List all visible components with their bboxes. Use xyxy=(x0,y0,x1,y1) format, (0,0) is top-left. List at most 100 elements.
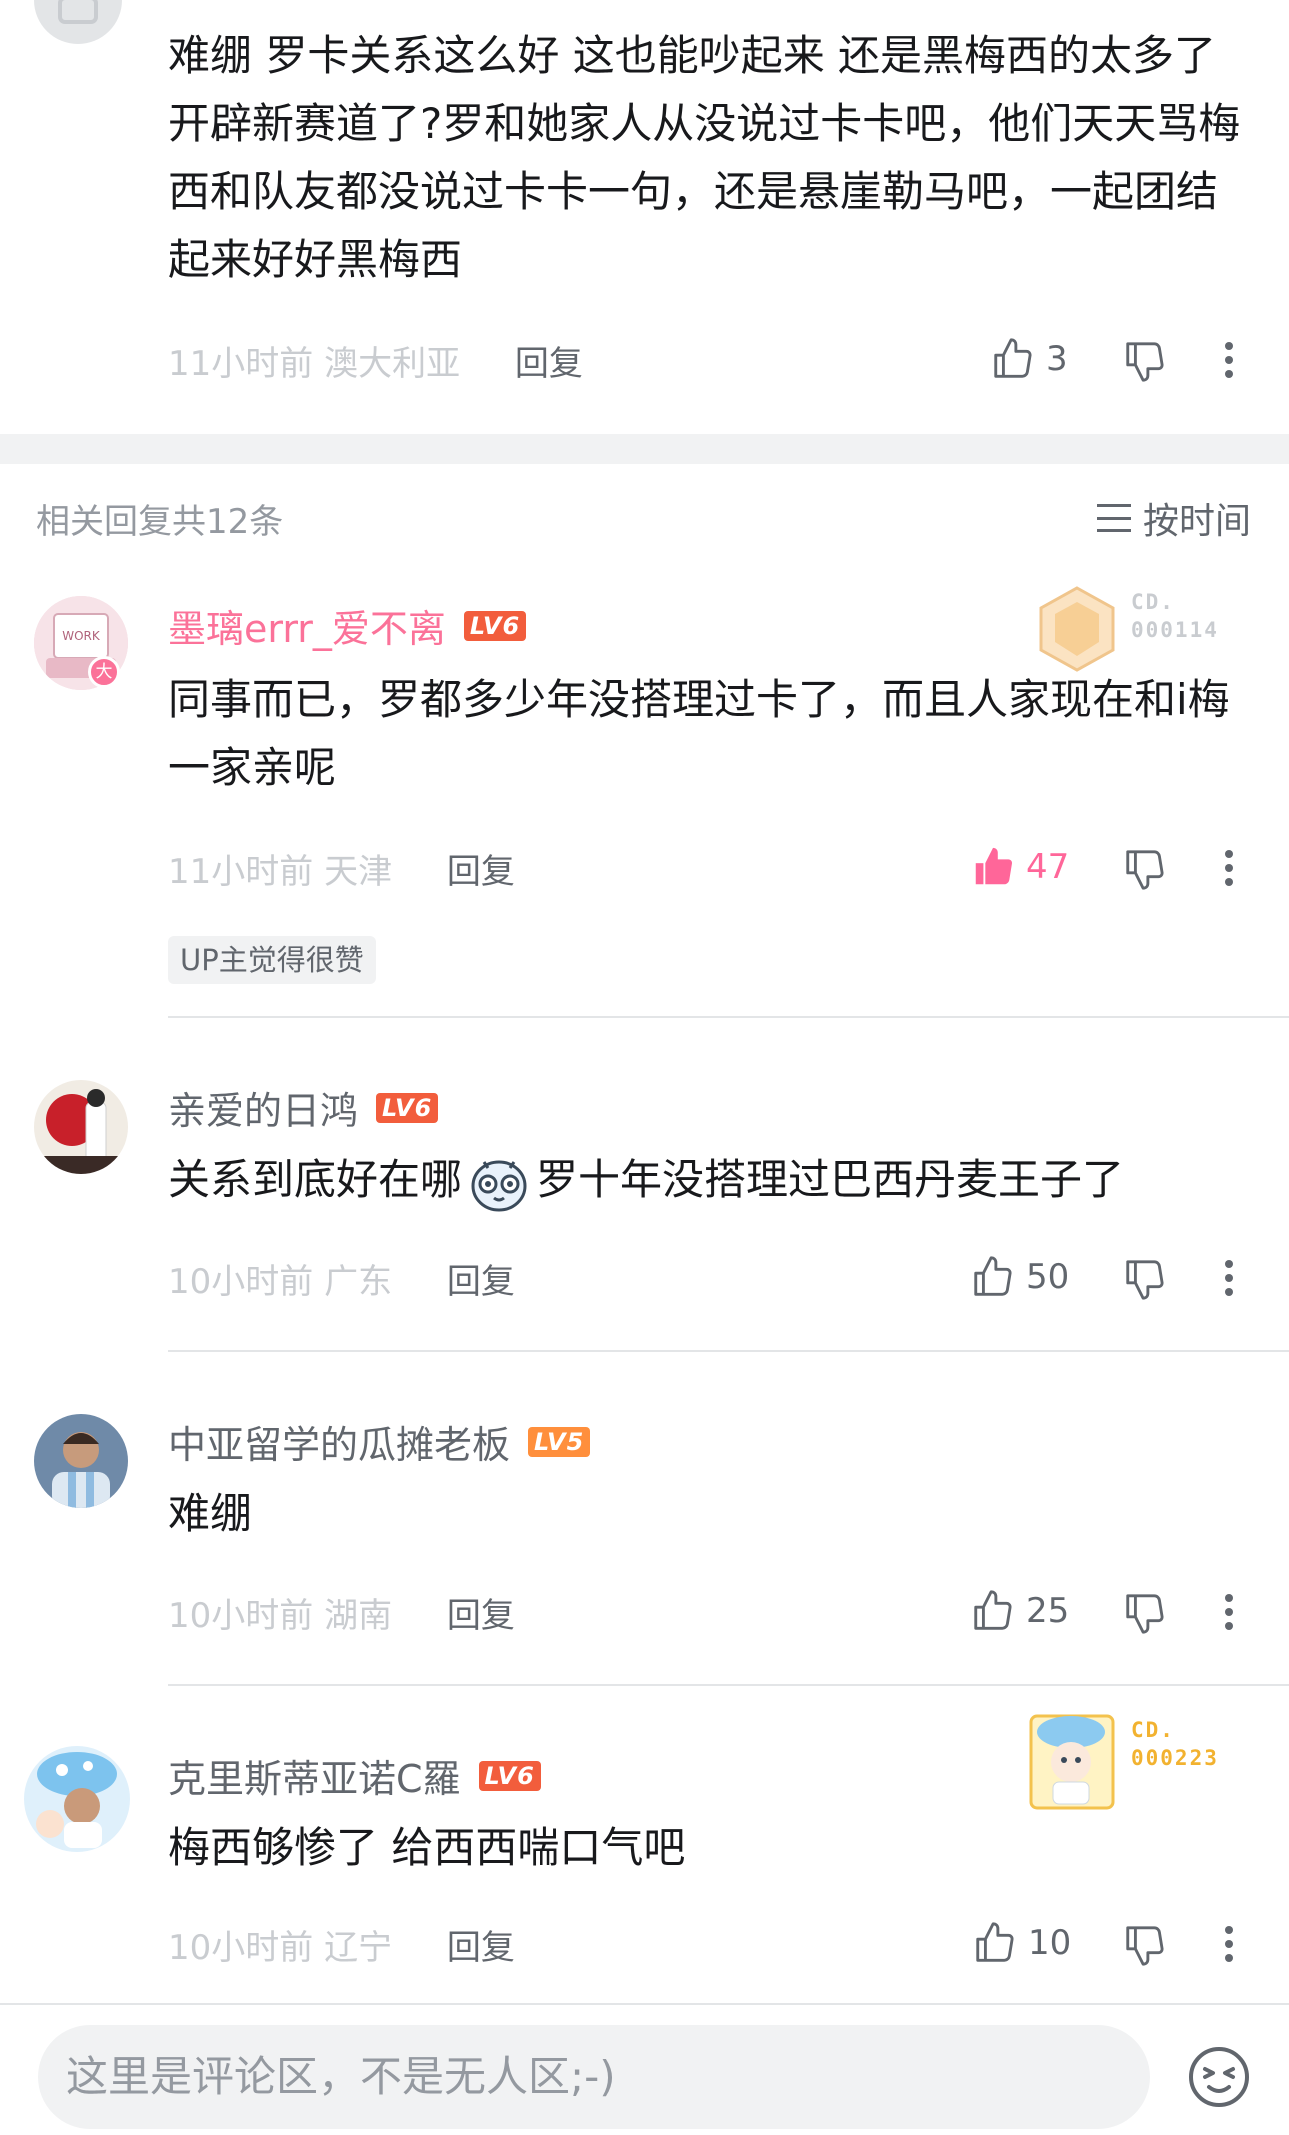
avatar-image xyxy=(34,1414,128,1508)
username-text: 亲爱的日鸿 xyxy=(168,1089,359,1133)
comment-time: 10小时前 xyxy=(168,1262,314,1302)
more-icon xyxy=(1225,1254,1233,1302)
comment-location: 广东 xyxy=(324,1262,393,1302)
like-button[interactable]: 47 xyxy=(970,844,1069,890)
thumb-down-icon xyxy=(1126,1260,1164,1300)
username[interactable]: 克里斯蒂亚诺C羅 LV6 xyxy=(168,1748,541,1803)
svg-text:WORK: WORK xyxy=(62,629,101,643)
avatar[interactable] xyxy=(34,1414,128,1508)
sort-label: 按时间 xyxy=(1142,501,1251,542)
dislike-button[interactable] xyxy=(1122,338,1168,384)
level-badge: LV5 xyxy=(528,1426,591,1457)
avatar-image xyxy=(34,1080,128,1174)
section-separator xyxy=(0,434,1289,464)
like-count: 25 xyxy=(1026,1591,1070,1631)
like-button[interactable]: 25 xyxy=(970,1588,1069,1634)
reply-item: 亲爱的日鸿 LV6 关系到底好在哪 罗十年没搭理过巴西丹麦王子了 10小时前 广… xyxy=(0,1018,1289,1352)
sort-icon xyxy=(1096,504,1131,532)
reply-button[interactable]: 回复 xyxy=(515,344,583,384)
comment-time: 11小时前 xyxy=(168,852,314,892)
like-button[interactable]: 10 xyxy=(972,1920,1071,1966)
avatar-image xyxy=(24,1746,130,1852)
replies-count-title: 相关回复共12条 xyxy=(36,502,284,542)
thumb-up-icon xyxy=(974,1590,1012,1630)
more-button[interactable] xyxy=(1225,336,1237,384)
dislike-button[interactable] xyxy=(1122,1922,1168,1968)
reply-button[interactable]: 回复 xyxy=(447,1262,515,1302)
thumb-up-icon xyxy=(975,847,1013,885)
up-liked-badge: UP主觉得很赞 xyxy=(168,936,376,984)
username[interactable]: 中亚留学的瓜摊老板 LV5 xyxy=(168,1414,591,1469)
comment-input[interactable]: 这里是评论区，不是无人区;-) xyxy=(38,2025,1150,2129)
like-button[interactable]: 3 xyxy=(990,336,1068,382)
comment-location: 天津 xyxy=(324,852,393,892)
fan-card-number: CD. 000223 xyxy=(1131,1718,1219,1770)
replies-header: 相关回复共12条 按时间 xyxy=(0,464,1289,568)
more-button[interactable] xyxy=(1225,1254,1237,1302)
comment-text: 关系到底好在哪 罗十年没搭理过巴西丹麦王子了 xyxy=(168,1146,1243,1214)
comment-text-after: 罗十年没搭理过巴西丹麦王子了 xyxy=(536,1155,1125,1204)
level-badge: LV6 xyxy=(376,1092,439,1123)
fan-card-icon xyxy=(1039,586,1115,672)
reply-item: WORK 大 墨璃errr_爱不离 LV6 CD. 000114 同事而已，罗都… xyxy=(0,568,1289,1018)
comment-time: 10小时前 xyxy=(168,1928,314,1968)
fan-card-number: CD. 000114 xyxy=(1131,590,1219,642)
more-icon xyxy=(1225,844,1233,892)
comment-meta: 11小时前 澳大利亚 回复 xyxy=(168,336,583,385)
comment-text: 梅西够惨了 给西西喘口气吧 xyxy=(168,1823,686,1872)
reply-button[interactable]: 回复 xyxy=(447,1596,515,1636)
comment-meta: 10小时前 辽宁 回复 xyxy=(168,1920,515,1969)
comment-meta: 11小时前 天津 回复 xyxy=(168,844,515,893)
thumb-up-icon xyxy=(994,338,1032,378)
fan-card-icon xyxy=(1029,1714,1115,1810)
comment-text: 难绷 罗卡关系这么好 这也能吵起来 还是黑梅西的太多了 开辟新赛道了?罗和她家人… xyxy=(168,31,1241,284)
like-count: 50 xyxy=(1026,1257,1070,1297)
avatar-badge: 大 xyxy=(88,656,120,688)
comment-meta: 10小时前 湖南 回复 xyxy=(168,1588,515,1637)
level-badge: LV6 xyxy=(478,1760,541,1791)
dislike-button[interactable] xyxy=(1122,1256,1168,1302)
thumb-up-icon xyxy=(974,1256,1012,1296)
more-button[interactable] xyxy=(1225,1920,1237,1968)
thumb-down-icon xyxy=(1126,850,1164,890)
avatar[interactable] xyxy=(34,1080,128,1174)
thumb-down-icon xyxy=(1126,1926,1164,1966)
username-text: 中亚留学的瓜摊老板 xyxy=(168,1423,511,1467)
reply-button[interactable]: 回复 xyxy=(447,852,515,892)
fan-card[interactable]: CD. 000223 xyxy=(1029,1706,1245,1810)
like-button[interactable]: 50 xyxy=(970,1254,1069,1300)
comment-text: 同事而已，罗都多少年没搭理过卡了，而且人家现在和i梅一家亲呢 xyxy=(168,675,1230,792)
staring-emoji-icon xyxy=(471,1160,527,1211)
comment-text-before: 关系到底好在哪 xyxy=(168,1155,463,1204)
comment-meta: 10小时前 广东 回复 xyxy=(168,1254,515,1303)
comment-location: 湖南 xyxy=(324,1596,393,1636)
dislike-button[interactable] xyxy=(1122,846,1168,892)
root-comment: 难绷 罗卡关系这么好 这也能吵起来 还是黑梅西的太多了 开辟新赛道了?罗和她家人… xyxy=(0,0,1289,434)
username-text: 墨璃errr_爱不离 xyxy=(168,607,446,651)
more-icon xyxy=(1225,1920,1233,1968)
emoji-icon[interactable] xyxy=(1187,2045,1251,2109)
like-count: 3 xyxy=(1046,339,1068,379)
dislike-button[interactable] xyxy=(1122,1590,1168,1636)
avatar[interactable] xyxy=(22,1744,132,1854)
comment-input-bar: 这里是评论区，不是无人区;-) xyxy=(0,2003,1289,2135)
thumb-down-icon xyxy=(1126,1594,1164,1634)
level-badge: LV6 xyxy=(463,610,527,641)
sort-button[interactable]: 按时间 xyxy=(1096,492,1251,544)
comment-time: 10小时前 xyxy=(168,1596,314,1636)
comment-text: 难绷 xyxy=(168,1489,253,1538)
reply-item: 中亚留学的瓜摊老板 LV5 难绷 10小时前 湖南 回复 25 xyxy=(0,1352,1289,1686)
comment-time: 11小时前 xyxy=(168,344,314,384)
reply-button[interactable]: 回复 xyxy=(447,1928,515,1968)
avatar[interactable] xyxy=(34,0,122,44)
username[interactable]: 亲爱的日鸿 LV6 xyxy=(168,1080,439,1135)
thumb-down-icon xyxy=(1126,342,1164,382)
username[interactable]: 墨璃errr_爱不离 LV6 xyxy=(168,598,527,653)
more-button[interactable] xyxy=(1225,844,1237,892)
comment-location: 澳大利亚 xyxy=(324,344,461,384)
reply-item: 克里斯蒂亚诺C羅 LV6 CD. 000223 梅西够惨了 给西西喘口气吧 10… xyxy=(0,1686,1289,2003)
comment-location: 辽宁 xyxy=(324,1928,393,1968)
like-count: 10 xyxy=(1028,1923,1072,1963)
like-count: 47 xyxy=(1026,847,1070,887)
more-button[interactable] xyxy=(1225,1588,1237,1636)
